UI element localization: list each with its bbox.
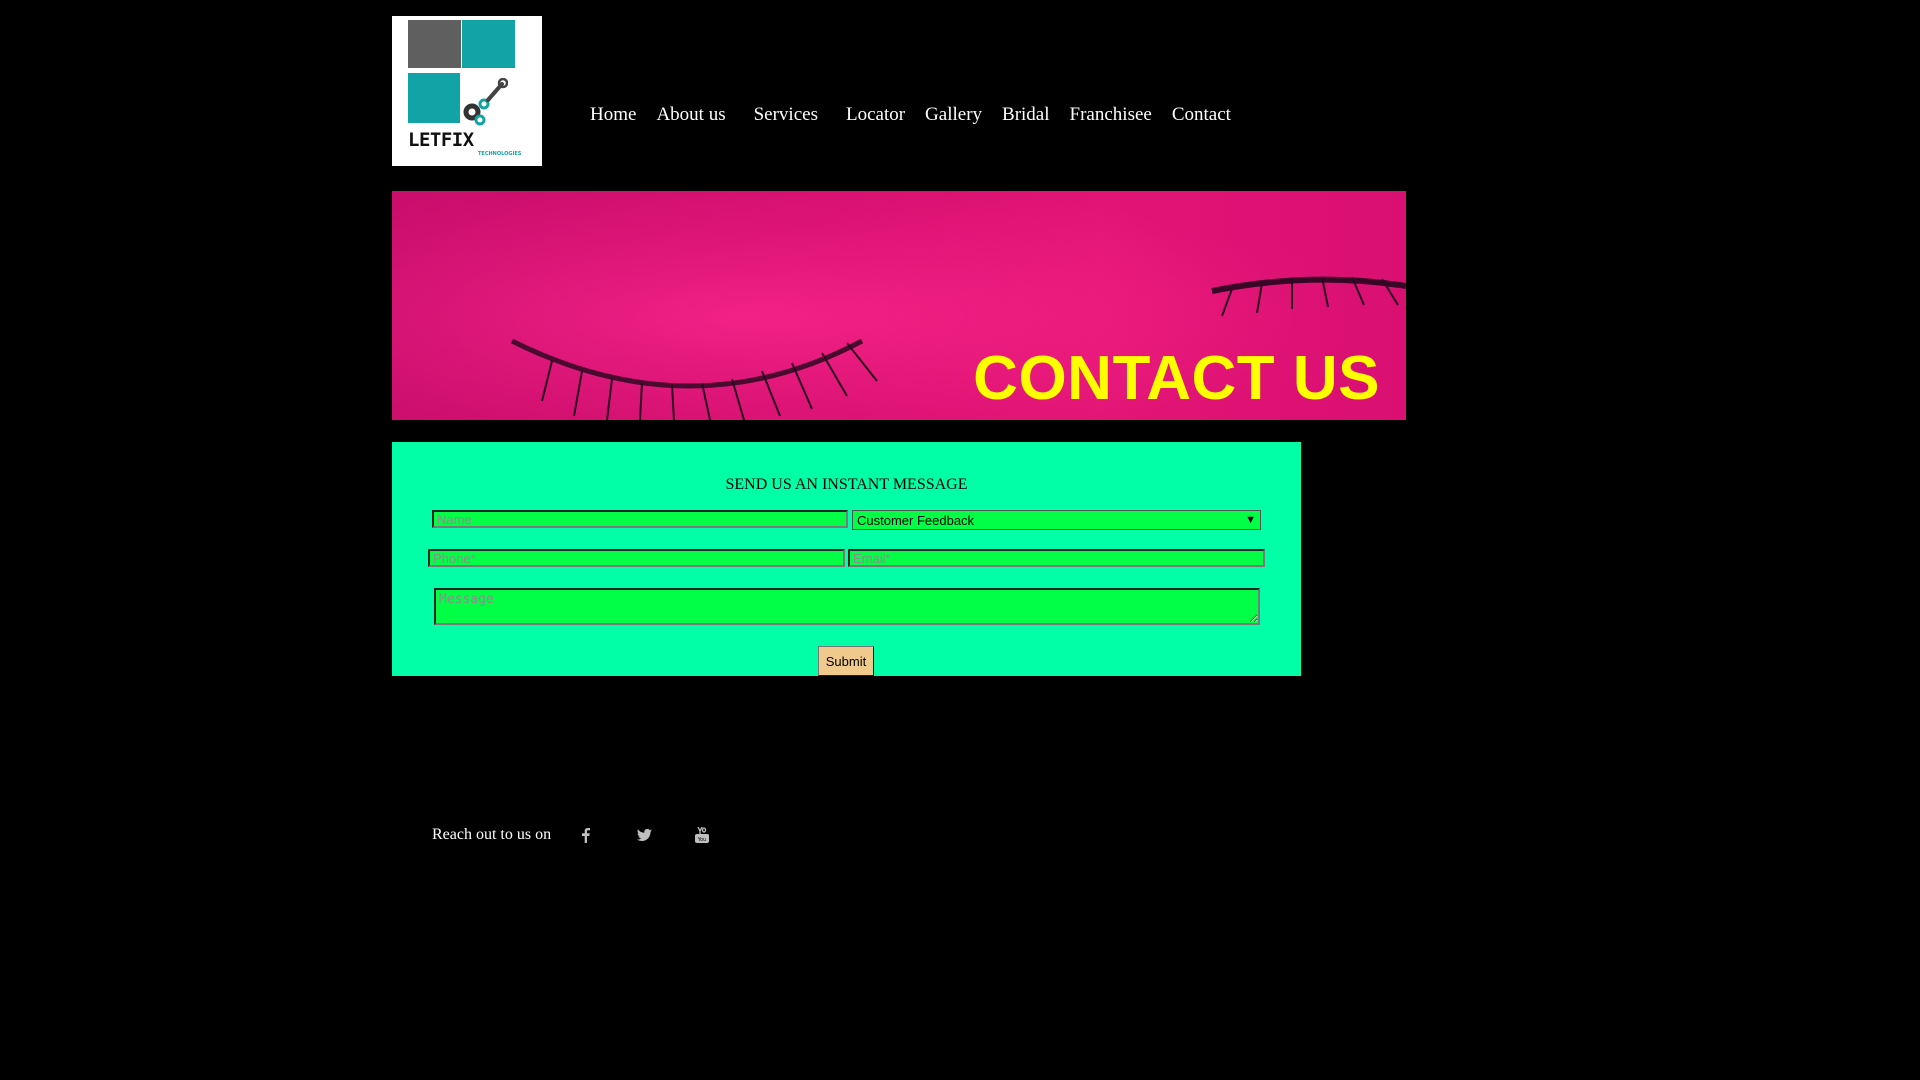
logo-tagline: TECHNOLOGIES bbox=[478, 151, 522, 157]
nav-contact[interactable]: Contact bbox=[1172, 104, 1231, 126]
contact-form-panel: SEND US AN INSTANT MESSAGE Customer Feed… bbox=[392, 442, 1301, 676]
phone-input[interactable] bbox=[428, 549, 845, 567]
logo-square-gray bbox=[408, 20, 461, 68]
nav-about-us[interactable]: About us bbox=[656, 104, 725, 126]
footer-social: Reach out to us on You bbox=[432, 826, 711, 844]
nav-locator[interactable]: Locator bbox=[846, 104, 905, 126]
logo-brand-text: LETFIX bbox=[408, 129, 474, 151]
chevron-down-icon: ▼ bbox=[1245, 514, 1256, 526]
nav-services[interactable]: Services bbox=[754, 104, 818, 126]
subject-select[interactable]: Customer Feedback ▼ bbox=[852, 510, 1261, 530]
nav-bridal[interactable]: Bridal bbox=[1002, 104, 1050, 126]
nav-gallery[interactable]: Gallery bbox=[925, 104, 982, 126]
nav-franchisee[interactable]: Franchisee bbox=[1070, 104, 1152, 126]
svg-text:You: You bbox=[697, 837, 707, 843]
main-nav: Home About us Services Locator Gallery B… bbox=[590, 104, 1231, 126]
message-textarea[interactable] bbox=[434, 588, 1260, 625]
banner-title: CONTACT US bbox=[973, 344, 1380, 413]
subject-select-value: Customer Feedback bbox=[857, 512, 975, 528]
submit-button[interactable]: Submit bbox=[818, 646, 874, 676]
gear-wrench-icon bbox=[463, 78, 508, 126]
facebook-icon[interactable] bbox=[577, 827, 595, 843]
nav-home[interactable]: Home bbox=[590, 104, 636, 126]
youtube-icon[interactable]: You bbox=[693, 827, 711, 843]
name-input[interactable] bbox=[432, 510, 848, 528]
twitter-icon[interactable] bbox=[635, 829, 653, 841]
contact-banner: CONTACT US bbox=[392, 191, 1406, 420]
email-input[interactable] bbox=[848, 549, 1265, 567]
reach-out-text: Reach out to us on bbox=[432, 826, 552, 843]
logo-square-teal-top bbox=[462, 20, 515, 68]
form-title: SEND US AN INSTANT MESSAGE bbox=[725, 476, 968, 493]
social-links: You bbox=[577, 827, 711, 843]
logo-square-teal-bottom bbox=[408, 73, 460, 123]
site-logo[interactable]: LETFIX TECHNOLOGIES bbox=[392, 16, 542, 166]
